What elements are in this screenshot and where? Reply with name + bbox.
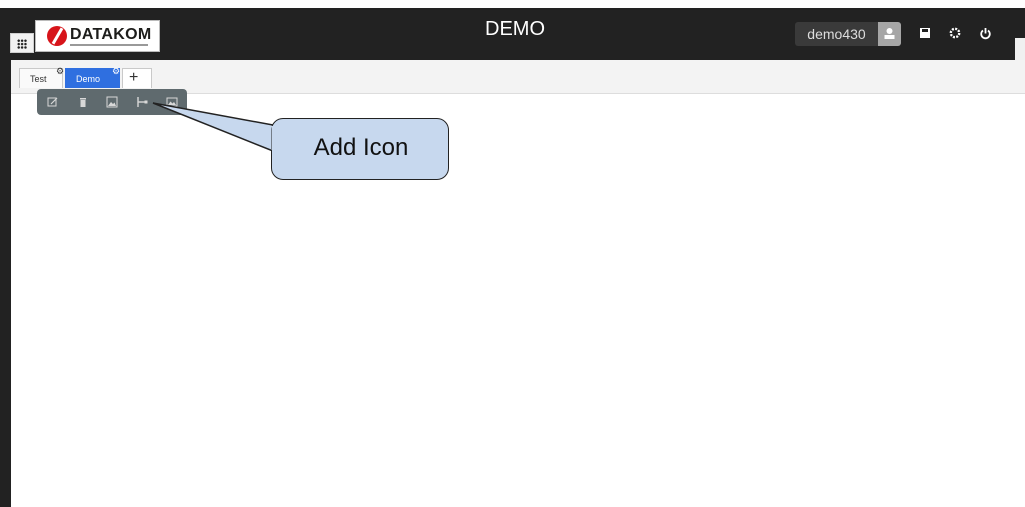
add-icon-icon	[137, 97, 148, 107]
app-window: DATAKOM DEMO demo430 Test ⚙ Demo ⚙ + Add…	[0, 0, 1025, 507]
tab-test-settings-icon[interactable]: ⚙	[56, 66, 64, 77]
add-tab-label: +	[129, 69, 139, 86]
username-label: demo430	[807, 26, 866, 42]
power-icon	[980, 28, 991, 40]
edit-button[interactable]	[45, 94, 61, 110]
add-image-icon	[106, 96, 118, 108]
user-name-badge[interactable]: demo430	[795, 22, 878, 46]
tab-demo[interactable]: Demo ⚙	[65, 66, 120, 88]
tab-demo-label: Demo	[76, 74, 101, 84]
brand-name: DATAKOM	[70, 26, 152, 43]
delete-icon	[80, 98, 86, 107]
user-button[interactable]	[878, 22, 901, 46]
edit-toolbar	[37, 89, 187, 115]
save-button[interactable]	[914, 22, 937, 46]
background-image-button[interactable]	[164, 94, 180, 110]
add-tab-button[interactable]: +	[122, 68, 152, 88]
datakom-logo: DATAKOM	[35, 20, 160, 52]
tab-demo-settings-icon[interactable]: ⚙	[112, 66, 120, 77]
user-icon	[884, 28, 895, 39]
logo-tagline-line	[70, 44, 148, 46]
tab-test[interactable]: Test ⚙	[19, 66, 64, 88]
grid-menu-icon[interactable]	[10, 33, 34, 53]
settings-button[interactable]	[944, 22, 967, 46]
edit-icon	[47, 97, 58, 107]
page-title: DEMO	[485, 18, 545, 40]
delete-button[interactable]	[75, 94, 91, 110]
background-image-icon	[166, 97, 178, 107]
tab-test-label: Test	[30, 74, 47, 84]
callout-text: Add Icon	[313, 134, 409, 161]
right-edge-control	[1015, 38, 1025, 60]
logout-button[interactable]	[974, 22, 997, 46]
left-border	[0, 8, 11, 507]
save-icon	[920, 28, 930, 38]
add-icon-button[interactable]	[134, 94, 150, 110]
settings-icon	[949, 27, 961, 39]
add-image-button[interactable]	[104, 94, 120, 110]
datakom-logo-mark	[47, 26, 67, 46]
annotation-callout: Add Icon	[271, 118, 449, 180]
